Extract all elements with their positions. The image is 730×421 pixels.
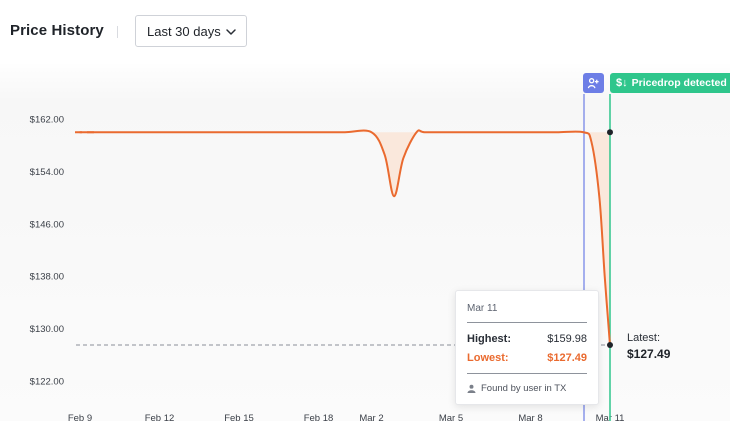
tooltip-divider <box>467 373 587 374</box>
y-tick-label: $130.00 <box>30 324 64 335</box>
y-tick-label: $138.00 <box>30 272 64 283</box>
highest-price-point <box>607 129 613 136</box>
user-marker-badge[interactable] <box>583 73 604 93</box>
tooltip-date: Mar 11 <box>467 303 498 314</box>
y-tick-label: $122.00 <box>30 377 64 388</box>
price-history-chart: $162.00 $154.00 $146.00 $138.00 $130.00 $122.… <box>30 94 624 421</box>
x-tick-label: Feb 18 <box>304 413 334 421</box>
user-icon <box>467 384 476 393</box>
user-plus-icon <box>587 77 599 88</box>
y-tick-label: $162.00 <box>30 115 64 126</box>
price-tooltip: Mar 11 Highest: $159.98 Lowest: $127.49 … <box>455 290 599 405</box>
y-tick-label: $146.00 <box>30 219 64 230</box>
latest-price-point <box>607 342 613 349</box>
pricedrop-label: Pricedrop detected <box>631 77 727 89</box>
x-tick-label: Mar 8 <box>518 413 542 421</box>
pricedrop-badge[interactable]: $↓ Pricedrop detected <box>610 73 730 93</box>
latest-label: Latest: <box>627 332 661 344</box>
tooltip-highest-value: $159.98 <box>547 333 587 345</box>
tooltip-divider <box>467 322 587 323</box>
tooltip-found-by: Found by user in TX <box>467 383 566 394</box>
tooltip-lowest-label: Lowest: <box>467 352 509 364</box>
tooltip-found-by-text: Found by user in TX <box>481 383 567 394</box>
latest-value: $127.49 <box>627 347 671 361</box>
x-tick-label: Feb 12 <box>145 413 175 421</box>
x-tick-label: Mar 2 <box>359 413 383 421</box>
x-tick-label: Mar 5 <box>439 413 463 421</box>
x-tick-label: Feb 15 <box>224 413 254 421</box>
tooltip-lowest-value: $127.49 <box>547 352 587 364</box>
dollar-down-icon: $↓ <box>616 77 628 89</box>
y-tick-label: $154.00 <box>30 167 64 178</box>
x-tick-label: Feb 9 <box>68 413 92 421</box>
tooltip-highest-label: Highest: <box>467 333 511 345</box>
